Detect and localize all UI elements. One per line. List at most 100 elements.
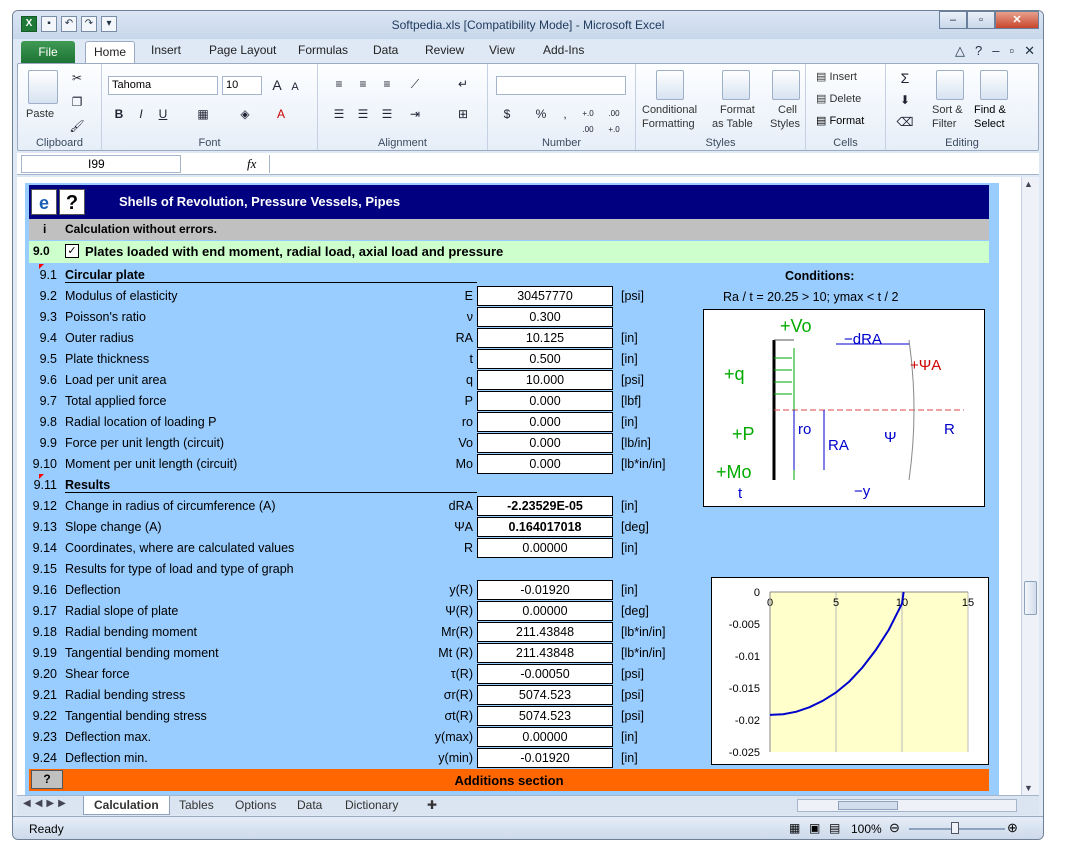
row-value-cell[interactable]: 0.00000	[477, 601, 613, 621]
cell-styles-icon[interactable]	[772, 70, 800, 100]
underline-button[interactable]: U	[154, 106, 172, 122]
row-value-cell[interactable]: 211.43848	[477, 622, 613, 642]
tab-home[interactable]: Home	[85, 41, 136, 63]
tab-view[interactable]: View	[489, 43, 515, 57]
align-top-icon[interactable]: ≡	[330, 76, 348, 92]
tab-add-ins[interactable]: Add-Ins	[543, 43, 584, 57]
percent-button[interactable]: %	[532, 106, 550, 122]
copy-icon[interactable]: ❐	[68, 94, 86, 110]
zoom-out-icon[interactable]: ⊖	[889, 820, 900, 836]
page-layout-view-icon[interactable]: ▣	[809, 821, 820, 835]
formula-input[interactable]	[269, 155, 1019, 173]
conditional-formatting-icon[interactable]	[656, 70, 684, 100]
scroll-up-icon[interactable]: ▲	[1024, 179, 1033, 189]
fill-icon[interactable]: ⬇	[896, 92, 914, 108]
row-value-cell[interactable]: 10.000	[477, 370, 613, 390]
align-bottom-icon[interactable]: ≡	[378, 76, 396, 92]
align-middle-icon[interactable]: ≡	[354, 76, 372, 92]
clear-icon[interactable]: ⌫	[896, 114, 914, 130]
row-value-cell[interactable]: 10.125	[477, 328, 613, 348]
borders-icon[interactable]: ▦	[194, 106, 212, 122]
paste-label[interactable]: Paste	[26, 108, 54, 120]
grow-font-icon[interactable]: A	[268, 77, 286, 93]
paste-icon[interactable]	[28, 70, 58, 104]
horizontal-scroll-thumb[interactable]	[838, 801, 898, 810]
cell-styles-label-2[interactable]: Styles	[770, 118, 800, 130]
section-checkbox[interactable]: ✓	[65, 244, 79, 258]
shrink-font-icon[interactable]: A	[286, 79, 304, 95]
row-value-cell[interactable]: 0.500	[477, 349, 613, 369]
row-value-cell[interactable]: 30457770	[477, 286, 613, 306]
fill-color-icon[interactable]: ◈	[236, 106, 254, 122]
autosum-icon[interactable]: Σ	[896, 70, 914, 86]
restore-button[interactable]: ▫	[967, 11, 995, 29]
font-family-select[interactable]: Tahoma	[108, 76, 218, 95]
sheet-tab-tables[interactable]: Tables	[169, 796, 224, 815]
row-value-cell[interactable]: 0.000	[477, 454, 613, 474]
row-value-cell[interactable]: 0.000	[477, 412, 613, 432]
indent-icon[interactable]: ⇥	[406, 106, 424, 122]
sheet-tab-data[interactable]: Data	[287, 796, 332, 815]
close-button[interactable]: ✕	[995, 11, 1039, 29]
format-cells-button[interactable]: ▤ Format	[816, 114, 864, 127]
align-center-icon[interactable]: ☰	[354, 106, 372, 122]
format-as-table-label-1[interactable]: Format	[720, 104, 755, 116]
horizontal-scrollbar[interactable]	[797, 799, 1017, 812]
font-size-select[interactable]: 10	[222, 76, 262, 95]
sort-filter-label-1[interactable]: Sort &	[932, 104, 963, 116]
merge-center-icon[interactable]: ⊞	[454, 106, 472, 122]
currency-button[interactable]: $	[498, 106, 516, 122]
sort-filter-label-2[interactable]: Filter	[932, 118, 956, 130]
tab-review[interactable]: Review	[425, 43, 464, 57]
format-painter-icon[interactable]: 🖌	[68, 118, 86, 134]
row-value-cell[interactable]: 5074.523	[477, 706, 613, 726]
vertical-scrollbar[interactable]: ▲ ▼	[1021, 177, 1039, 795]
insert-sheet-icon[interactable]: ✚	[417, 796, 447, 815]
page-break-view-icon[interactable]: ▤	[829, 821, 840, 835]
comma-button[interactable]: ,	[556, 106, 574, 122]
row-value-cell[interactable]: 5074.523	[477, 685, 613, 705]
sort-filter-icon[interactable]	[936, 70, 964, 100]
minimize-button[interactable]: –	[939, 11, 967, 29]
minimize-ribbon-icon[interactable]: △	[955, 43, 965, 59]
sheet-tab-options[interactable]: Options	[225, 796, 286, 815]
tab-insert[interactable]: Insert	[151, 43, 181, 57]
vertical-scroll-thumb[interactable]	[1024, 581, 1037, 615]
help-icon[interactable]: ?	[975, 43, 982, 59]
worksheet-area[interactable]: e ? Shells of Revolution, Pressure Vesse…	[17, 177, 1021, 795]
row-value-cell[interactable]: -0.01920	[477, 580, 613, 600]
tab-page-layout[interactable]: Page Layout	[209, 43, 276, 57]
zoom-level[interactable]: 100%	[851, 822, 882, 836]
wrap-text-icon[interactable]: ↵	[454, 76, 472, 92]
row-value-cell[interactable]: 211.43848	[477, 643, 613, 663]
zoom-slider-thumb[interactable]	[951, 822, 959, 834]
find-select-label-2[interactable]: Select	[974, 118, 1005, 130]
decrease-decimal-button[interactable]: .00 +.0	[602, 106, 626, 134]
cut-icon[interactable]: ✂	[68, 70, 86, 86]
format-as-table-label-2[interactable]: as Table	[712, 118, 753, 130]
format-as-table-icon[interactable]	[722, 70, 750, 100]
normal-view-icon[interactable]: ▦	[789, 821, 800, 835]
align-right-icon[interactable]: ☰	[378, 106, 396, 122]
increase-decimal-button[interactable]: +.0 .00	[576, 106, 600, 134]
row-value-cell[interactable]: -0.01920	[477, 748, 613, 768]
orientation-icon[interactable]: ⟋	[406, 76, 424, 92]
tab-data[interactable]: Data	[373, 43, 398, 57]
sheet-tab-dictionary[interactable]: Dictionary	[335, 796, 408, 815]
workbook-minimize-icon[interactable]: –	[992, 43, 999, 59]
workbook-close-icon[interactable]: ✕	[1024, 43, 1035, 59]
conditional-formatting-label-2[interactable]: Formatting	[642, 118, 695, 130]
align-left-icon[interactable]: ☰	[330, 106, 348, 122]
sheet-nav-icons[interactable]: ◀◀▶▶	[23, 798, 70, 809]
row-value-cell[interactable]: 0.300	[477, 307, 613, 327]
tab-formulas[interactable]: Formulas	[298, 43, 348, 57]
row-value-cell[interactable]: 0.000	[477, 391, 613, 411]
delete-cells-button[interactable]: ▤ Delete	[816, 92, 861, 105]
row-value-cell[interactable]: 0.000	[477, 433, 613, 453]
row-value-cell[interactable]: 0.00000	[477, 727, 613, 747]
font-color-icon[interactable]: A	[272, 106, 290, 122]
row-value-cell[interactable]: -2.23529E-05	[477, 496, 613, 516]
find-select-label-1[interactable]: Find &	[974, 104, 1006, 116]
workbook-restore-icon[interactable]: ▫	[1009, 43, 1014, 59]
bold-button[interactable]: B	[110, 106, 128, 122]
